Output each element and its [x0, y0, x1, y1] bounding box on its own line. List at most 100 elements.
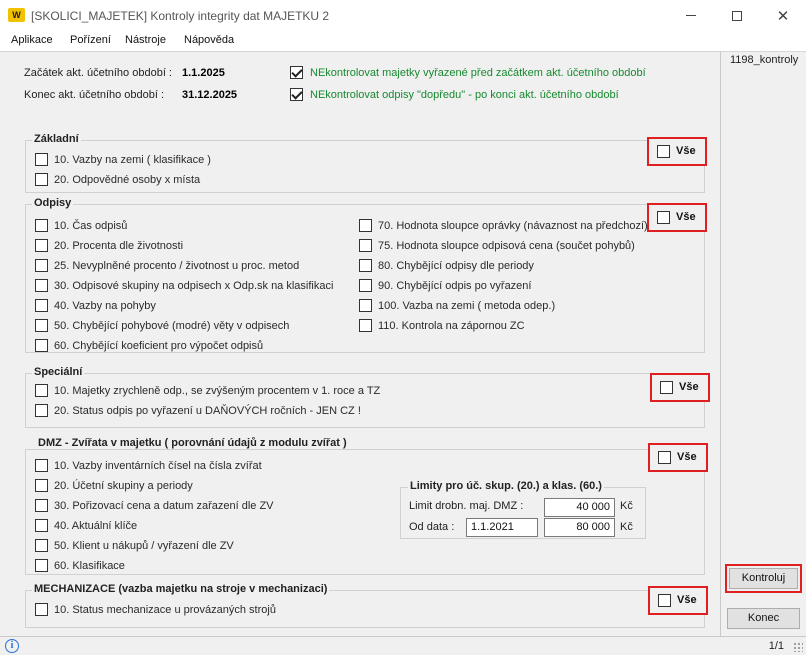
- specialni-20-checkbox[interactable]: [35, 404, 48, 417]
- odpisy-select-all-checkbox[interactable]: [657, 211, 670, 224]
- dmz-select-all-label: Vše: [677, 451, 697, 463]
- odpisy-110-checkbox[interactable]: [359, 319, 372, 332]
- period-end-value: 31.12.2025: [182, 89, 238, 101]
- menu-nastroje[interactable]: Nástroje: [125, 34, 166, 46]
- odpisy-75-label: 75. Hodnota sloupce odpisová cena (souče…: [378, 240, 635, 252]
- dmz-limit-label: Limit drobn. maj. DMZ :: [409, 500, 524, 512]
- close-icon: ✕: [776, 6, 790, 25]
- specialni-10-label: 10. Majetky zrychleně odp., se zvýšeným …: [54, 385, 381, 397]
- dmz-20-label: 20. Účetní skupiny a periody: [54, 480, 193, 492]
- dmz-limits-title: Limity pro úč. skup. (20.) a klas. (60.): [408, 480, 604, 492]
- title-bar: W [SKOLICI_MAJETEK] Kontroly integrity d…: [0, 0, 806, 31]
- specialni-select-all-label: Vše: [679, 381, 699, 393]
- odpisy-100-label: 100. Vazba na zemi ( metoda odep.): [378, 300, 556, 312]
- dmz-20-checkbox[interactable]: [35, 479, 48, 492]
- dmz-40-checkbox[interactable]: [35, 519, 48, 532]
- close-button[interactable]: ✕: [760, 0, 806, 31]
- option-skip-retired-label: NEkontrolovat majetky vyřazené před začá…: [310, 67, 646, 79]
- right-panel: 1198_kontroly Kontroluj Konec: [721, 51, 806, 636]
- group-odpisy-title: Odpisy: [32, 197, 74, 209]
- close-form-button[interactable]: Konec: [727, 608, 800, 629]
- dmz-60-checkbox[interactable]: [35, 559, 48, 572]
- mechanizace-select-all-checkbox[interactable]: [658, 594, 671, 607]
- odpisy-30-label: 30. Odpisové skupiny na odpisech x Odp.s…: [54, 280, 334, 292]
- check-button[interactable]: Kontroluj: [729, 568, 798, 589]
- group-specialni: [25, 373, 705, 428]
- dmz-50-label: 50. Klient u nákupů / vyřazení dle ZV: [54, 540, 234, 552]
- window-title: [SKOLICI_MAJETEK] Kontroly integrity dat…: [31, 9, 330, 23]
- page-indicator: 1/1: [768, 640, 784, 652]
- status-bar: i 1/1: [0, 636, 806, 655]
- menu-bar: Aplikace Pořízení Nástroje Nápověda: [0, 31, 806, 51]
- dmz-date-label: Od data :: [409, 521, 455, 533]
- odpisy-select-all[interactable]: Vše: [647, 203, 707, 232]
- specialni-select-all[interactable]: Vše: [650, 373, 710, 402]
- maximize-button[interactable]: [714, 0, 760, 31]
- odpisy-60-checkbox[interactable]: [35, 339, 48, 352]
- zakladni-10-label: 10. Vazby na zemi ( klasifikace ): [54, 154, 211, 166]
- option-skip-retired-checkbox[interactable]: [290, 66, 303, 79]
- group-zakladni-title: Základní: [32, 133, 81, 145]
- specialni-select-all-checkbox[interactable]: [660, 381, 673, 394]
- odpisy-30-checkbox[interactable]: [35, 279, 48, 292]
- dmz-10-label: 10. Vazby inventárních čísel na čísla zv…: [54, 460, 262, 472]
- dmz-60-label: 60. Klasifikace: [54, 560, 125, 572]
- option-skip-future-checkbox[interactable]: [290, 88, 303, 101]
- odpisy-40-label: 40. Vazby na pohyby: [54, 300, 156, 312]
- odpisy-select-all-label: Vše: [676, 211, 696, 223]
- odpisy-25-label: 25. Nevyplněné procento / životnost u pr…: [54, 260, 300, 272]
- odpisy-80-checkbox[interactable]: [359, 259, 372, 272]
- odpisy-40-checkbox[interactable]: [35, 299, 48, 312]
- dmz-date-currency: Kč: [620, 521, 633, 533]
- odpisy-20-label: 20. Procenta dle životnosti: [54, 240, 184, 252]
- odpisy-80-label: 80. Chybějící odpisy dle periody: [378, 260, 534, 272]
- minimize-button[interactable]: [668, 0, 714, 31]
- mechanizace-select-all[interactable]: Vše: [648, 586, 708, 615]
- zakladni-select-all[interactable]: Vše: [647, 137, 707, 166]
- menu-porizeni[interactable]: Pořízení: [70, 34, 111, 46]
- maximize-icon: [732, 10, 742, 21]
- odpisy-50-label: 50. Chybějící pohybové (modré) věty v od…: [54, 320, 290, 332]
- zakladni-select-all-label: Vše: [676, 145, 696, 157]
- odpisy-60-label: 60. Chybějící koeficient pro výpočet odp…: [54, 340, 264, 352]
- option-skip-future-label: NEkontrolovat odpisy "dopředu" - po konc…: [310, 89, 619, 101]
- odpisy-10-label: 10. Čas odpisů: [54, 220, 128, 232]
- menu-aplikace[interactable]: Aplikace: [11, 34, 53, 46]
- odpisy-75-checkbox[interactable]: [359, 239, 372, 252]
- info-icon[interactable]: i: [5, 639, 19, 653]
- mechanizace-10-checkbox[interactable]: [35, 603, 48, 616]
- zakladni-10-checkbox[interactable]: [35, 153, 48, 166]
- odpisy-90-checkbox[interactable]: [359, 279, 372, 292]
- odpisy-50-checkbox[interactable]: [35, 319, 48, 332]
- dmz-limit-input[interactable]: 40 000: [544, 498, 615, 517]
- odpisy-20-checkbox[interactable]: [35, 239, 48, 252]
- dmz-select-all-checkbox[interactable]: [658, 451, 671, 464]
- resize-grip-icon[interactable]: [793, 642, 803, 652]
- mechanizace-10-label: 10. Status mechanizace u provázaných str…: [54, 604, 276, 616]
- zakladni-20-checkbox[interactable]: [35, 173, 48, 186]
- dmz-30-label: 30. Pořizovací cena a datum zařazení dle…: [54, 500, 274, 512]
- odpisy-70-checkbox[interactable]: [359, 219, 372, 232]
- dmz-select-all[interactable]: Vše: [648, 443, 708, 472]
- minimize-icon: [686, 15, 696, 16]
- period-start-label: Začátek akt. účetního období :: [24, 67, 172, 79]
- form-code: 1198_kontroly: [730, 54, 799, 66]
- main-panel: Začátek akt. účetního období : 1.1.2025 …: [0, 51, 721, 636]
- dmz-50-checkbox[interactable]: [35, 539, 48, 552]
- dmz-10-checkbox[interactable]: [35, 459, 48, 472]
- specialni-20-label: 20. Status odpis po vyřazení u DAŇOVÝCH …: [54, 405, 361, 417]
- odpisy-100-checkbox[interactable]: [359, 299, 372, 312]
- dmz-date-amount-input[interactable]: 80 000: [544, 518, 615, 537]
- odpisy-10-checkbox[interactable]: [35, 219, 48, 232]
- dmz-date-input[interactable]: 1.1.2021: [466, 518, 538, 537]
- zakladni-20-label: 20. Odpovědné osoby x místa: [54, 174, 201, 186]
- menu-napoveda[interactable]: Nápověda: [184, 34, 234, 46]
- mechanizace-select-all-label: Vše: [677, 594, 697, 606]
- odpisy-90-label: 90. Chybějící odpis po vyřazení: [378, 280, 532, 292]
- odpisy-25-checkbox[interactable]: [35, 259, 48, 272]
- specialni-10-checkbox[interactable]: [35, 384, 48, 397]
- odpisy-70-label: 70. Hodnota sloupce oprávky (návaznost n…: [378, 220, 648, 232]
- dmz-40-label: 40. Aktuální klíče: [54, 520, 138, 532]
- zakladni-select-all-checkbox[interactable]: [657, 145, 670, 158]
- dmz-30-checkbox[interactable]: [35, 499, 48, 512]
